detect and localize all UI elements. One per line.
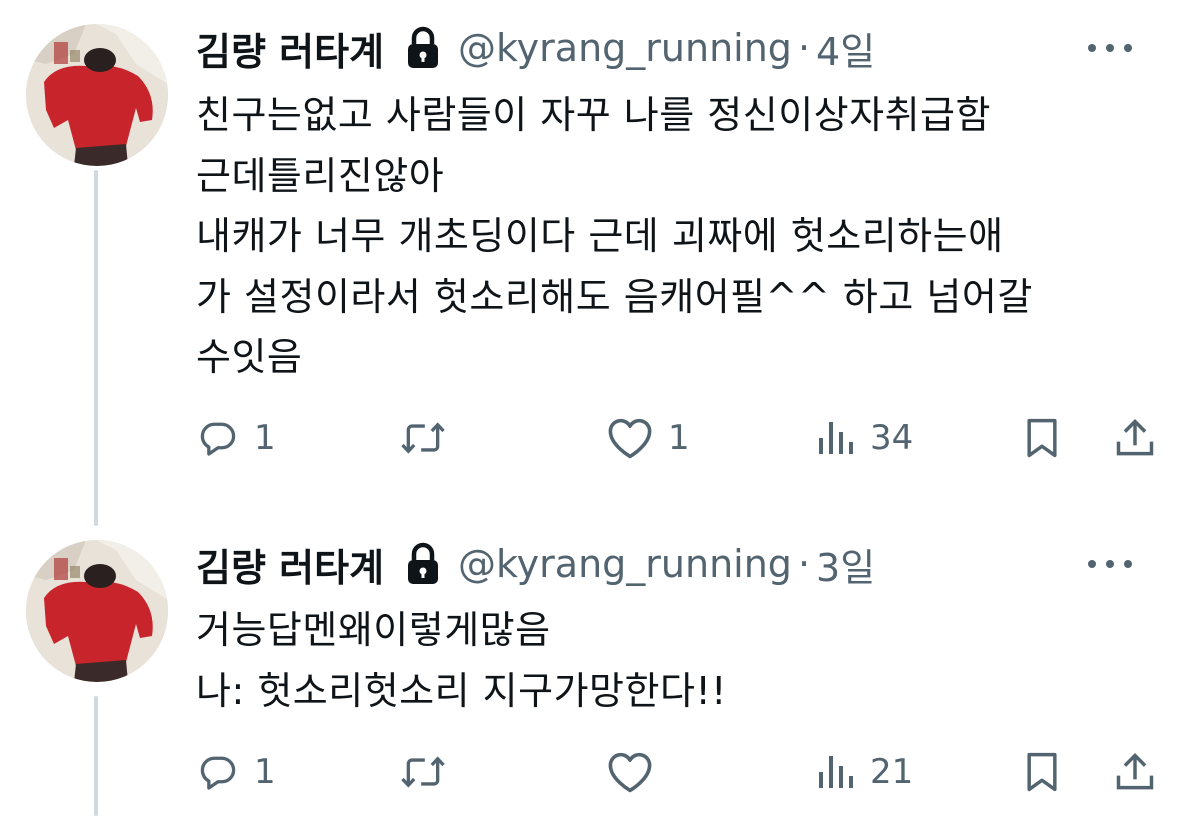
like-count: 1 [668,418,690,458]
display-name[interactable]: 김량 러타계 [196,21,384,76]
more-options-icon[interactable] [1088,42,1132,54]
bookmark-icon [1027,418,1057,458]
bookmark-icon [1027,752,1057,792]
views-icon [819,756,853,788]
timestamp[interactable]: 4일 [816,21,875,76]
retweet-icon [401,756,445,788]
reply-button[interactable]: 1 [196,744,276,800]
handle[interactable]: @kyrang_running [458,26,792,70]
lock-icon [406,26,440,70]
profile-photo [26,540,168,682]
views-button[interactable]: 34 [816,410,913,466]
bookmark-button[interactable] [1022,744,1062,800]
bookmark-button[interactable] [1022,410,1062,466]
timestamp[interactable]: 3일 [816,537,875,592]
tweet-text: 친구는없고 사람들이 자꾸 나를 정신이상자취급함 근데틀리진않아 내캐가 너무… [196,93,1033,379]
view-count: 34 [870,418,914,458]
reply-icon [200,756,236,790]
heart-icon [608,752,652,793]
share-icon [1116,753,1154,790]
display-name[interactable]: 김량 러타계 [196,537,384,592]
avatar[interactable] [26,24,168,166]
share-button[interactable] [1114,744,1156,800]
reply-icon [200,422,236,456]
action-bar: 1 1 34 [196,410,1170,466]
heart-icon [608,418,652,459]
share-button[interactable] [1114,410,1156,466]
views-icon [819,422,853,454]
like-button[interactable]: 1 [606,410,690,466]
profile-photo [26,24,168,166]
separator-dot: · [797,26,811,70]
retweet-button[interactable] [398,410,462,466]
tweet-header: 김량 러타계 @kyrang_running · 3일 [196,536,1160,592]
tweet-text: 거능답멘왜이렇게많음 나: 헛소리헛소리 지구가망한다!! [196,608,727,713]
view-count: 21 [870,752,914,792]
more-options-icon[interactable] [1088,558,1132,570]
like-button[interactable] [606,744,668,800]
handle[interactable]: @kyrang_running [458,542,792,586]
tweet[interactable]: 김량 러타계 @kyrang_running · 3일 거능답멘왜이렇게많음 나… [0,520,1200,816]
tweet-feed: 김량 러타계 @kyrang_running · 4일 친구는없고 사람들이 자… [0,0,1200,816]
reply-count: 1 [254,418,276,458]
reply-button[interactable]: 1 [196,410,276,466]
retweet-button[interactable] [398,744,462,800]
avatar[interactable] [26,540,168,682]
lock-icon [406,542,440,586]
tweet[interactable]: 김량 러타계 @kyrang_running · 4일 친구는없고 사람들이 자… [0,0,1200,520]
separator-dot: · [797,542,811,586]
action-bar: 1 21 [196,744,1170,800]
tweet-header: 김량 러타계 @kyrang_running · 4일 [196,20,1160,76]
share-icon [1116,419,1154,456]
views-button[interactable]: 21 [816,744,913,800]
reply-count: 1 [254,752,276,792]
retweet-icon [401,422,445,454]
